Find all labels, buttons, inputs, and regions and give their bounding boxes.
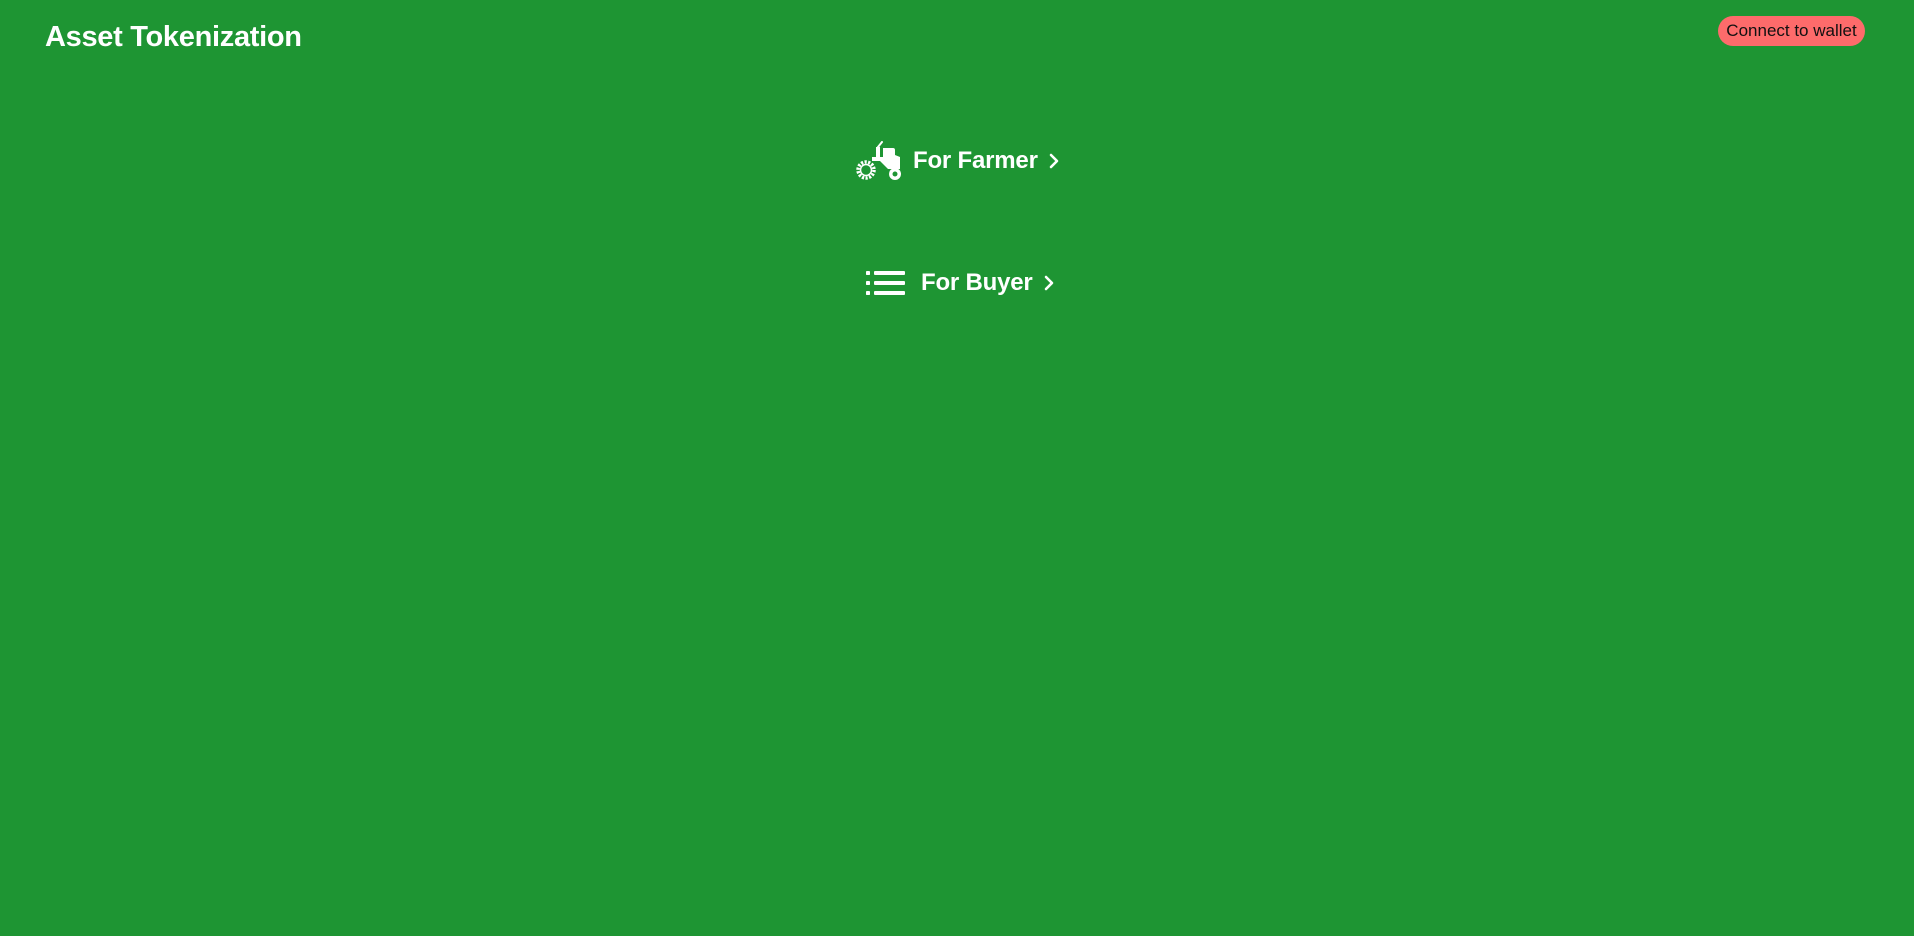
app-title: Asset Tokenization xyxy=(45,21,302,53)
for-buyer-link[interactable]: For Buyer xyxy=(866,266,1055,300)
for-farmer-link[interactable]: For Farmer xyxy=(856,141,1060,181)
chevron-right-icon xyxy=(1048,152,1060,170)
for-buyer-label: For Buyer xyxy=(921,269,1033,296)
list-icon xyxy=(866,270,906,296)
connect-wallet-button[interactable]: Connect to wallet xyxy=(1718,16,1865,46)
app-root: Asset Tokenization Connect to wallet For… xyxy=(0,0,1914,936)
tractor-icon xyxy=(856,141,902,181)
for-farmer-label: For Farmer xyxy=(913,147,1038,174)
chevron-right-icon xyxy=(1043,274,1055,292)
